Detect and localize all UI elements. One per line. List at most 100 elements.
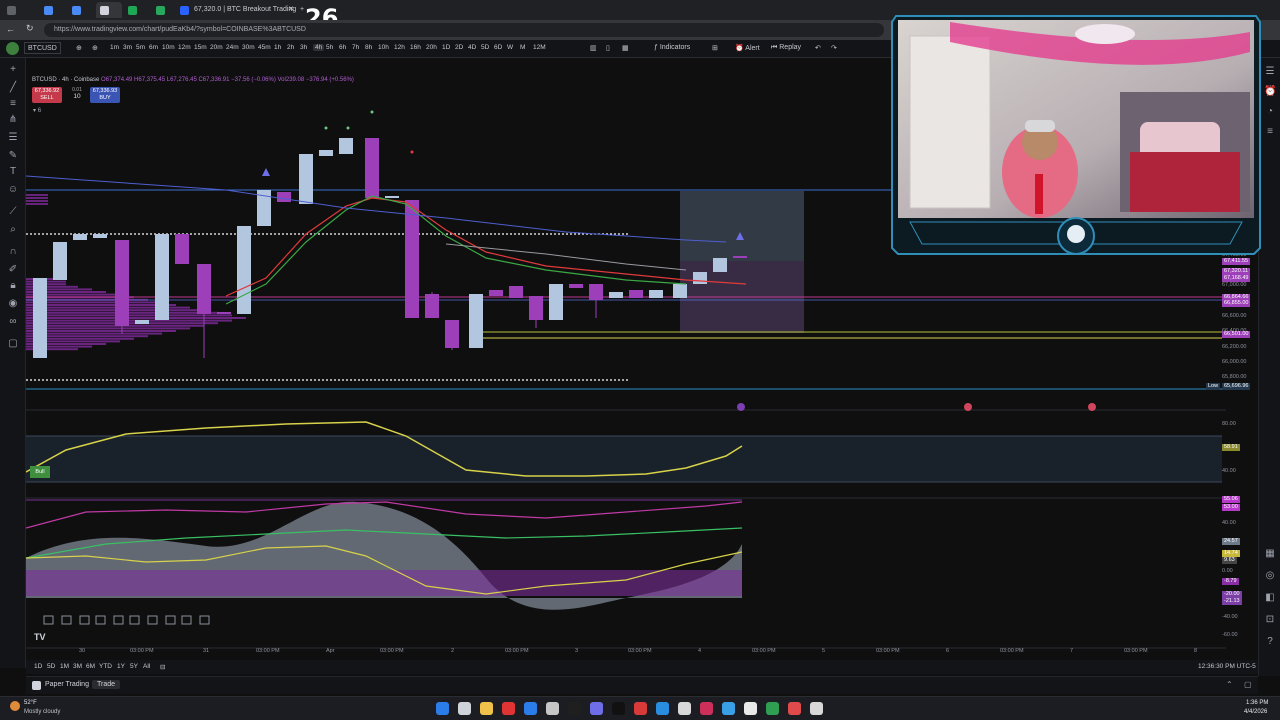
timeframe-6D[interactable]: 6D — [494, 44, 502, 51]
tab-1[interactable] — [40, 2, 66, 18]
layouts-icon[interactable]: ⊞ — [712, 44, 718, 52]
tradingview-app-icon[interactable] — [810, 702, 823, 715]
lock-icon[interactable]: 🔒︎ — [7, 280, 19, 292]
redo-icon[interactable]: ↷ — [831, 44, 837, 52]
tab-2[interactable] — [68, 2, 94, 18]
obs-icon[interactable] — [634, 702, 647, 715]
timeframe-20h[interactable]: 20h — [426, 44, 437, 51]
search-icon[interactable] — [458, 702, 471, 715]
range-all[interactable]: All — [143, 663, 150, 670]
replay-button[interactable]: ⏮ Replay — [771, 44, 801, 52]
file-explorer-icon[interactable] — [480, 702, 493, 715]
indicators-button[interactable]: ƒ Indicators — [654, 44, 690, 51]
timeframe-3m[interactable]: 3m — [123, 44, 132, 51]
horizontal-line-icon[interactable]: ≡ — [7, 98, 19, 110]
timeframe-10h[interactable]: 10h — [378, 44, 389, 51]
timeframe-5m[interactable]: 5m — [136, 44, 145, 51]
youtube-icon[interactable] — [502, 702, 515, 715]
taskbar-date[interactable]: 4/4/2026 — [1244, 709, 1267, 715]
timeframe-12h[interactable]: 12h — [394, 44, 405, 51]
bar-style-icon[interactable]: ▥ — [590, 44, 597, 52]
pencil-lock-icon[interactable]: ✐ — [7, 264, 19, 276]
emoji-icon[interactable]: ☺ — [7, 184, 19, 196]
range-1m[interactable]: 1M — [60, 663, 69, 670]
ruler-icon[interactable]: ⟋ — [7, 206, 19, 218]
undo-icon[interactable]: ↶ — [815, 44, 821, 52]
taskbar-time[interactable]: 1:36 PM — [1246, 700, 1268, 706]
timeframe-6m[interactable]: 6m — [149, 44, 158, 51]
goto-date-icon[interactable]: ⊟ — [160, 663, 165, 671]
chat-icon[interactable]: ◧ — [1264, 592, 1276, 604]
music-icon[interactable] — [700, 702, 713, 715]
collapse-icon[interactable]: ⌃ — [1226, 680, 1233, 689]
discord-icon[interactable] — [590, 702, 603, 715]
range-5d[interactable]: 5D — [47, 663, 55, 670]
paper-trading-tab[interactable]: Paper Trading — [45, 681, 89, 688]
maximize-icon[interactable]: ▢ — [1244, 680, 1252, 689]
timeframe-W[interactable]: W — [507, 44, 513, 51]
add-symbol-icon[interactable]: ⊕ — [92, 44, 98, 52]
weather-icon[interactable] — [10, 701, 20, 711]
tab-4[interactable] — [124, 2, 150, 18]
tab-5[interactable] — [152, 2, 178, 18]
trendline-icon[interactable]: ╱ — [7, 82, 19, 94]
calendar-icon[interactable]: ▦ — [1264, 548, 1276, 560]
tab-3[interactable] — [96, 2, 122, 18]
help-icon[interactable]: ? — [1264, 636, 1276, 648]
brush-icon[interactable]: ✎ — [7, 150, 19, 162]
timeframe-12m[interactable]: 12m — [178, 44, 191, 51]
timeframe-20m[interactable]: 20m — [210, 44, 223, 51]
chart-type-icon[interactable]: ▦ — [622, 44, 629, 52]
timeframe-M[interactable]: M — [520, 44, 525, 51]
timeframe-45m[interactable]: 45m — [258, 44, 271, 51]
pitchfork-icon[interactable]: ⋔ — [7, 114, 19, 126]
url-input[interactable]: https://www.tradingview.com/chart/pudEaK… — [44, 23, 884, 37]
timeframe-1m[interactable]: 1m — [110, 44, 119, 51]
telegram-icon[interactable] — [656, 702, 669, 715]
range-1d[interactable]: 1D — [34, 663, 42, 670]
tradingview-desktop-icon[interactable] — [678, 702, 691, 715]
data-window-icon[interactable]: ◔ — [1264, 106, 1276, 118]
timeframe-5h[interactable]: 5h — [326, 44, 333, 51]
compare-icon[interactable]: ⊕ — [76, 44, 82, 52]
crosshair-icon[interactable]: + — [7, 64, 19, 76]
qty-box[interactable]: 0.01 10 — [66, 87, 88, 100]
link-icon[interactable]: ∞ — [7, 316, 19, 328]
zoom-icon[interactable]: ⌕ — [7, 224, 19, 236]
timeframe-1h[interactable]: 1h — [274, 44, 281, 51]
timeframe-1D[interactable]: 1D — [442, 44, 450, 51]
brave-icon[interactable] — [788, 702, 801, 715]
tradingview-icon[interactable] — [546, 702, 559, 715]
back-icon[interactable]: ← — [6, 24, 15, 34]
capcut-icon[interactable] — [612, 702, 625, 715]
notifications-icon[interactable]: ⊡ — [1264, 614, 1276, 626]
timeframe-7h[interactable]: 7h — [352, 44, 359, 51]
symbol-search-button[interactable]: BTCUSD — [24, 42, 61, 54]
windows-icon[interactable] — [436, 702, 449, 715]
timeframe-16h[interactable]: 16h — [410, 44, 421, 51]
timeframe-4D[interactable]: 4D — [468, 44, 476, 51]
reload-icon[interactable]: ↻ — [26, 23, 34, 34]
avatar[interactable] — [6, 42, 19, 55]
range-3m[interactable]: 3M — [73, 663, 82, 670]
ideas-icon[interactable]: ◎ — [1264, 570, 1276, 582]
magnet-icon[interactable]: ∩ — [7, 246, 19, 258]
timeframe-12M[interactable]: 12M — [533, 44, 546, 51]
store-icon[interactable] — [524, 702, 537, 715]
trade-button[interactable]: Trade — [92, 680, 121, 689]
timeframe-3h[interactable]: 3h — [300, 44, 307, 51]
tiktok-icon[interactable] — [568, 702, 581, 715]
alert-button[interactable]: ⏰ Alert — [735, 44, 760, 52]
notepad-icon[interactable] — [744, 702, 757, 715]
timeframe-10m[interactable]: 10m — [162, 44, 175, 51]
buy-button[interactable]: 67,336.93 BUY — [90, 87, 120, 103]
text-icon[interactable]: T — [7, 166, 19, 178]
timeframe-5D[interactable]: 5D — [481, 44, 489, 51]
hotlists-icon[interactable]: ≡ — [1264, 126, 1276, 138]
range-1y[interactable]: 1Y — [117, 663, 125, 670]
timeframe-24m[interactable]: 24m — [226, 44, 239, 51]
alerts-icon[interactable]: ⏰ — [1264, 86, 1276, 98]
eye-icon[interactable]: ◉ — [7, 298, 19, 310]
range-6m[interactable]: 6M — [86, 663, 95, 670]
range-ytd[interactable]: YTD — [99, 663, 112, 670]
